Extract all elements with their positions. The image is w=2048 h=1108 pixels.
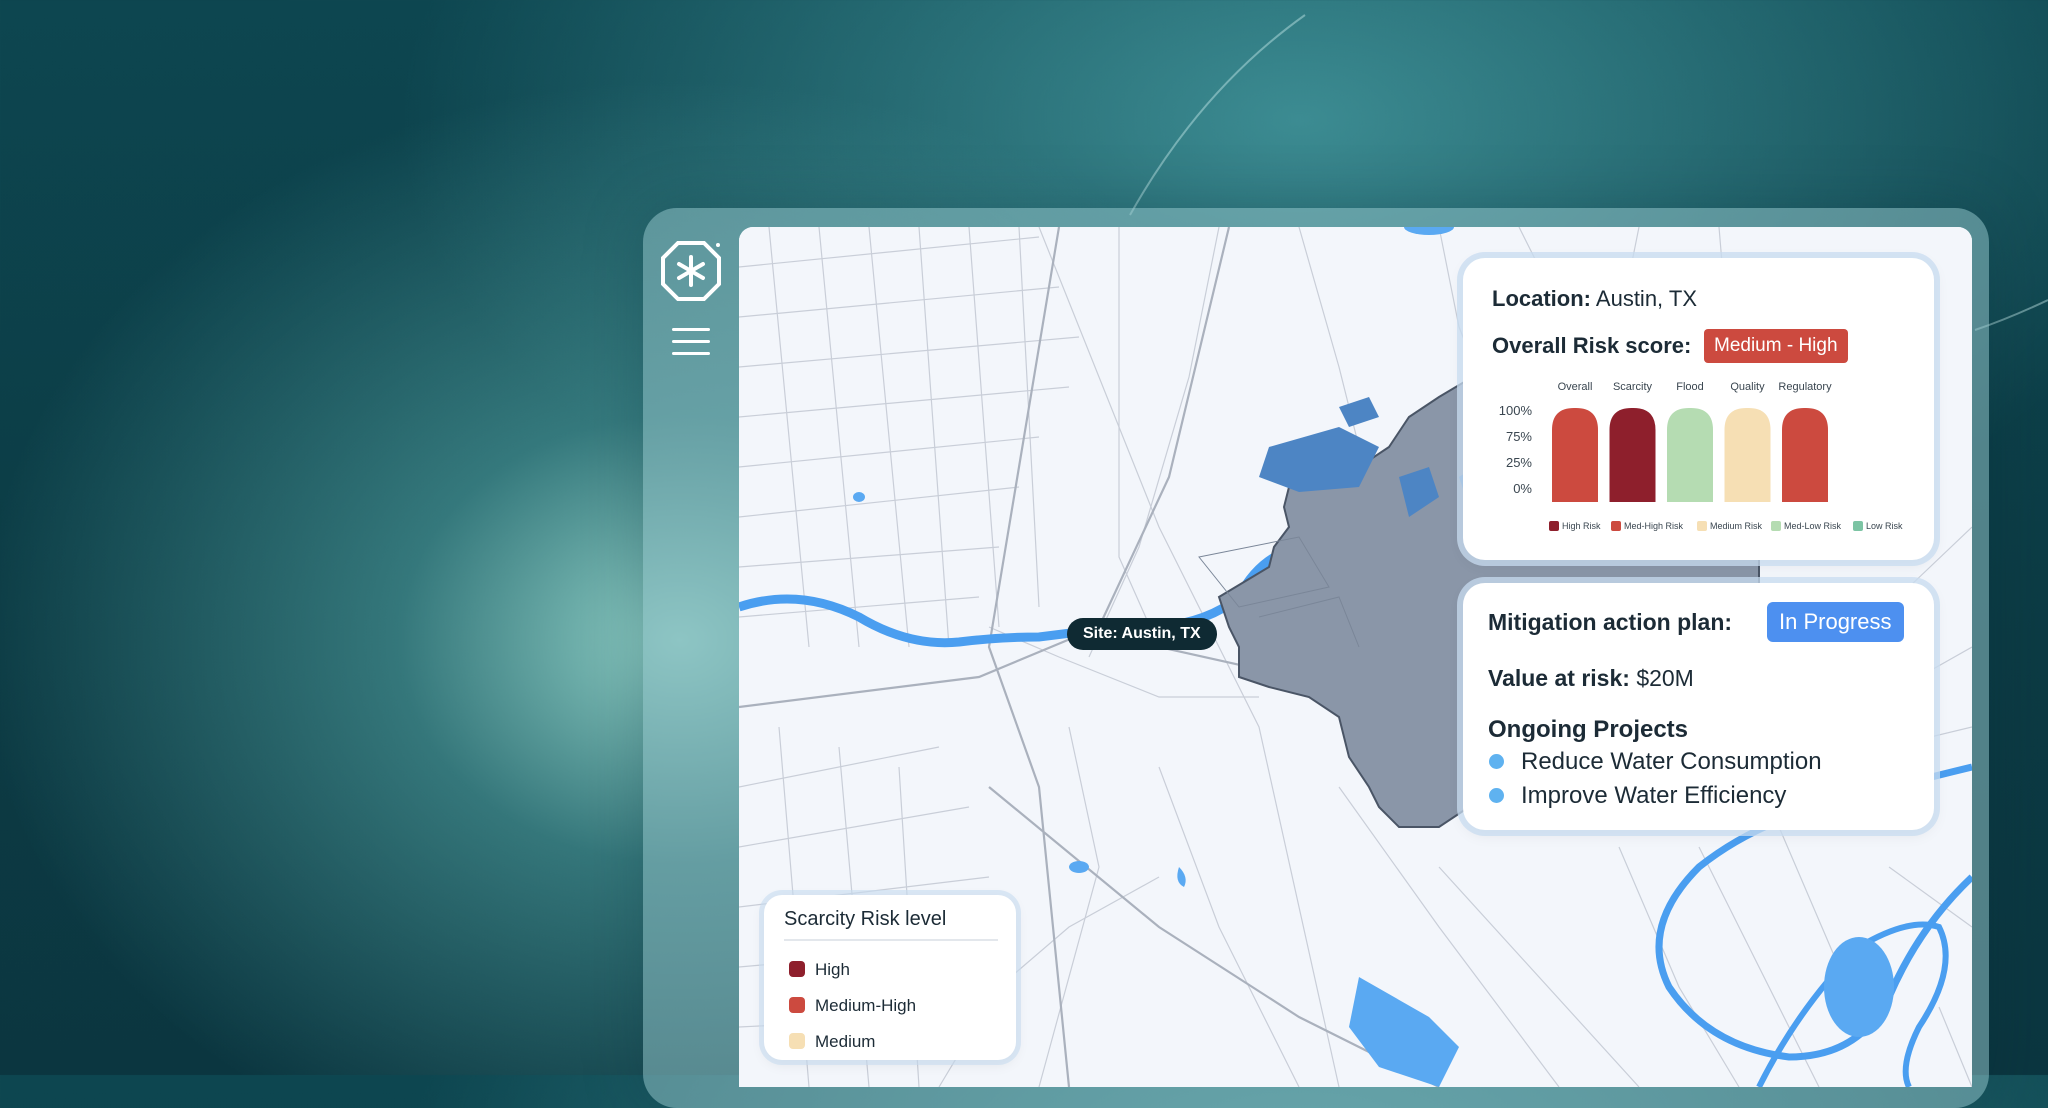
- category-label: Flood: [1676, 381, 1704, 393]
- scarcity-legend-title: Scarcity Risk level: [784, 908, 947, 930]
- legend-label: Med-High Risk: [1624, 521, 1684, 531]
- y-tick-label: 75%: [1506, 429, 1532, 444]
- risk-score-badge: Medium - High: [1704, 329, 1848, 363]
- category-label: Overall: [1558, 381, 1593, 393]
- value-at-risk-amount: $20M: [1636, 665, 1694, 691]
- category-label: Regulatory: [1778, 381, 1832, 393]
- value-at-risk-row: Value at risk: $20M: [1488, 665, 1694, 692]
- legend-divider: [784, 939, 998, 941]
- y-tick-label: 0%: [1513, 481, 1532, 496]
- projects-title: Ongoing Projects: [1488, 716, 1689, 743]
- location-row: Location: Austin, TX: [1492, 286, 1697, 312]
- plan-status-badge[interactable]: In Progress: [1767, 602, 1904, 642]
- legend-swatch: [1697, 521, 1707, 531]
- bar-overall[interactable]: [1552, 408, 1598, 502]
- mitigation-plan-label: Mitigation action plan:: [1488, 609, 1733, 635]
- legend-swatch: [1549, 521, 1559, 531]
- legend-swatch: [1611, 521, 1621, 531]
- legend-label: Med-Low Risk: [1784, 521, 1842, 531]
- location-value: Austin, TX: [1595, 286, 1697, 311]
- scarcity-level-label: High: [815, 960, 850, 979]
- project-item[interactable]: Improve Water Efficiency: [1521, 782, 1786, 810]
- location-label: Location:: [1492, 286, 1591, 311]
- legend-label: High Risk: [1562, 521, 1601, 531]
- y-tick-label: 25%: [1506, 455, 1532, 470]
- category-label: Scarcity: [1613, 381, 1653, 393]
- risk-bar-chart: 100% 75% 25% 0% Overall Scarcity Flood Quality R…: [1499, 381, 1832, 502]
- value-at-risk-label: Value at risk:: [1488, 665, 1630, 691]
- scarcity-level-label: Medium: [815, 1032, 876, 1051]
- risk-score-label: Overall Risk score:: [1492, 333, 1692, 358]
- scarcity-swatch: [789, 961, 805, 977]
- bullet-icon: [1489, 754, 1504, 769]
- bullet-icon: [1489, 788, 1504, 803]
- project-item[interactable]: Reduce Water Consumption: [1521, 748, 1822, 776]
- scarcity-level-label: Medium-High: [815, 996, 917, 1015]
- bar-quality[interactable]: [1724, 408, 1771, 502]
- scarcity-swatch: [789, 997, 805, 1013]
- asterisk-logo-icon[interactable]: [660, 240, 722, 302]
- site-marker-label[interactable]: Site: Austin, TX: [1067, 618, 1217, 650]
- y-tick-label: 100%: [1499, 403, 1533, 418]
- hamburger-menu-icon[interactable]: [672, 328, 710, 356]
- scarcity-swatch: [789, 1033, 805, 1049]
- category-label: Quality: [1730, 381, 1765, 393]
- bar-regulatory[interactable]: [1782, 408, 1828, 502]
- bar-scarcity[interactable]: [1609, 408, 1656, 502]
- legend-label: Low Risk: [1866, 521, 1903, 531]
- bar-flood[interactable]: [1667, 408, 1713, 502]
- legend-swatch: [1771, 521, 1781, 531]
- legend-label: Medium Risk: [1710, 521, 1763, 531]
- legend-swatch: [1853, 521, 1863, 531]
